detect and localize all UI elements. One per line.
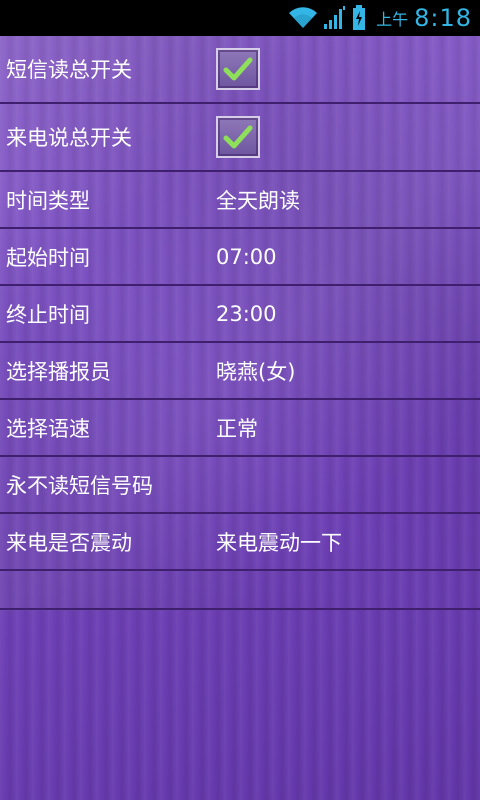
wifi-icon [288, 6, 318, 30]
call-master-checkbox[interactable] [216, 116, 260, 158]
row-label: 来电说总开关 [6, 126, 132, 150]
settings-row-blocked-numbers[interactable]: 永不读短信号码 [0, 457, 480, 514]
checkmark-icon [223, 125, 253, 149]
row-label: 来电是否震动 [6, 530, 132, 555]
row-label: 短信读总开关 [6, 58, 132, 82]
row-label: 时间类型 [6, 188, 90, 213]
status-clock: 8:18 [414, 4, 472, 32]
status-time-prefix: 上午 [376, 10, 409, 29]
row-label: 永不读短信号码 [6, 473, 153, 498]
row-label: 起始时间 [6, 245, 90, 270]
battery-charging-icon [352, 5, 366, 31]
sms-master-checkbox[interactable] [216, 48, 260, 90]
settings-row-empty [0, 571, 480, 610]
checkmark-icon [223, 57, 253, 81]
settings-row-call-master-switch[interactable]: 来电说总开关 [0, 104, 480, 172]
row-value: 07:00 [216, 244, 277, 269]
row-label: 选择语速 [6, 416, 90, 441]
row-value: 来电震动一下 [216, 530, 342, 555]
row-value: 正常 [216, 416, 258, 441]
signal-icon [324, 6, 346, 30]
row-label: 终止时间 [6, 302, 90, 327]
row-value: 晓燕(女) [216, 359, 296, 384]
row-label: 选择播报员 [6, 359, 111, 384]
settings-row-time-type[interactable]: 时间类型 全天朗读 [0, 172, 480, 229]
settings-row-end-time[interactable]: 终止时间 23:00 [0, 286, 480, 343]
status-bar: 上午 8:18 [0, 0, 480, 36]
row-value: 全天朗读 [216, 188, 300, 213]
row-value: 23:00 [216, 301, 277, 326]
settings-row-speech-rate[interactable]: 选择语速 正常 [0, 400, 480, 457]
settings-row-sms-master-switch[interactable]: 短信读总开关 [0, 36, 480, 104]
settings-row-call-vibrate[interactable]: 来电是否震动 来电震动一下 [0, 514, 480, 571]
settings-list: 短信读总开关 来电说总开关 时间类型 全天朗读 起始时间 07:00 终止时间 … [0, 36, 480, 610]
status-bar-right: 上午 8:18 [288, 0, 472, 36]
settings-row-start-time[interactable]: 起始时间 07:00 [0, 229, 480, 286]
settings-row-announcer[interactable]: 选择播报员 晓燕(女) [0, 343, 480, 400]
